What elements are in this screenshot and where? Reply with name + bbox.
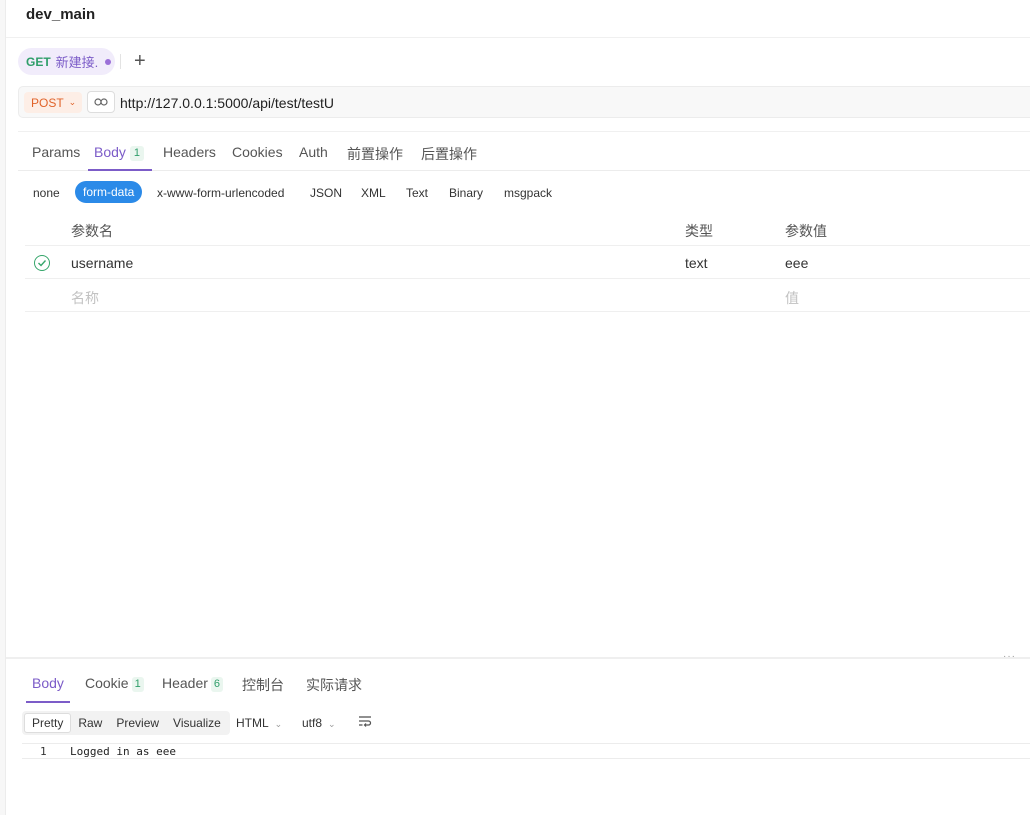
chevron-down-icon: ⌄ [328,719,336,729]
tab-pre-actions[interactable]: 前置操作 [347,144,403,164]
body-count-badge: 1 [129,146,145,161]
params-table: 参数名 类型 参数值 username text eee 名称 值 [25,213,1030,312]
method-select[interactable]: POST ⌄ [24,92,82,113]
body-type-urlencoded[interactable]: x-www-form-urlencoded [157,186,284,200]
tab-cookies[interactable]: Cookies [232,144,283,160]
request-config-tabs: Params Body 1 Headers Cookies Auth 前置操作 后… [18,131,1030,171]
response-view-bar: Pretty Raw Preview Visualize HTML ⌄ utf8 ⌄ [22,711,1030,735]
wrap-lines-icon[interactable] [358,714,372,733]
request-tab-bar: GET 新建接. + [6,38,1030,86]
resp-tab-header[interactable]: Header 6 [162,675,224,692]
resp-tab-actual-request[interactable]: 实际请求 [306,675,362,695]
tab-body[interactable]: Body 1 [94,144,145,161]
body-type-msgpack[interactable]: msgpack [504,186,552,200]
param-type-cell[interactable]: text [685,255,708,271]
check-circle-icon[interactable] [34,255,50,271]
window-title: dev_main [26,6,96,23]
active-tab-underline [88,169,152,171]
active-tab-underline [26,701,70,703]
new-param-name-input[interactable]: 名称 [71,288,99,308]
request-tab-name: 新建接. [55,55,99,70]
method-label: POST [31,95,64,110]
response-line: Logged in as eee [70,745,176,758]
view-mode-preview[interactable]: Preview [109,713,166,733]
encoding-select[interactable]: utf8 ⌄ [302,716,336,730]
body-type-binary[interactable]: Binary [449,186,483,200]
response-code-view[interactable]: 1 Logged in as eee [22,743,1030,759]
view-mode-segment: Pretty Raw Preview Visualize [22,711,230,735]
cookie-count-badge: 1 [131,677,144,692]
tab-headers[interactable]: Headers [163,144,216,160]
view-mode-raw[interactable]: Raw [71,713,109,733]
url-bar: POST ⌄ [18,86,1030,118]
body-type-xml[interactable]: XML [361,186,386,200]
request-tab-method: GET [26,54,51,69]
view-mode-visualize[interactable]: Visualize [166,713,228,733]
table-row: username text eee [25,246,1030,279]
chevron-down-icon: ⌄ [274,719,283,729]
body-type-text[interactable]: Text [406,186,428,200]
url-input[interactable] [120,92,620,113]
tab-params[interactable]: Params [32,144,80,160]
request-tab[interactable]: GET 新建接. [18,48,115,75]
tab-auth[interactable]: Auth [299,144,328,160]
plus-icon[interactable]: + [134,50,146,72]
resp-tab-body[interactable]: Body [32,675,64,691]
format-select[interactable]: HTML ⌄ [236,716,282,730]
col-header-type: 类型 [685,223,713,239]
new-param-value-input[interactable]: 值 [785,288,799,308]
params-table-header: 参数名 类型 参数值 [25,213,1030,246]
title-bar: dev_main [6,0,1030,38]
col-header-value: 参数值 [785,223,827,239]
body-type-form-data[interactable]: form-data [75,181,143,203]
tab-separator [120,54,121,69]
body-type-json[interactable]: JSON [310,186,342,200]
resp-tab-console[interactable]: 控制台 [242,675,284,695]
body-type-none[interactable]: none [33,186,60,200]
chevron-down-icon: ⌄ [68,97,77,107]
header-count-badge: 6 [210,677,224,692]
resize-handle[interactable]: ··· [1003,651,1016,662]
tab-post-actions[interactable]: 后置操作 [421,144,477,164]
modified-dot-icon [105,58,112,65]
link-icon[interactable] [87,91,115,113]
param-name-cell[interactable]: username [71,255,133,271]
body-type-selector: none form-data x-www-form-urlencoded JSO… [18,181,1030,205]
col-header-name: 参数名 [71,223,113,239]
response-panel: ··· Body Cookie 1 Header 6 控制台 实际请求 Pretty… [6,651,1030,815]
param-value-cell[interactable]: eee [785,255,808,271]
table-row-new: 名称 值 [25,279,1030,312]
view-mode-pretty[interactable]: Pretty [24,713,72,733]
resp-tab-cookie[interactable]: Cookie 1 [85,675,144,692]
response-tabs: Body Cookie 1 Header 6 控制台 实际请求 [26,671,1030,703]
line-number: 1 [40,745,47,758]
